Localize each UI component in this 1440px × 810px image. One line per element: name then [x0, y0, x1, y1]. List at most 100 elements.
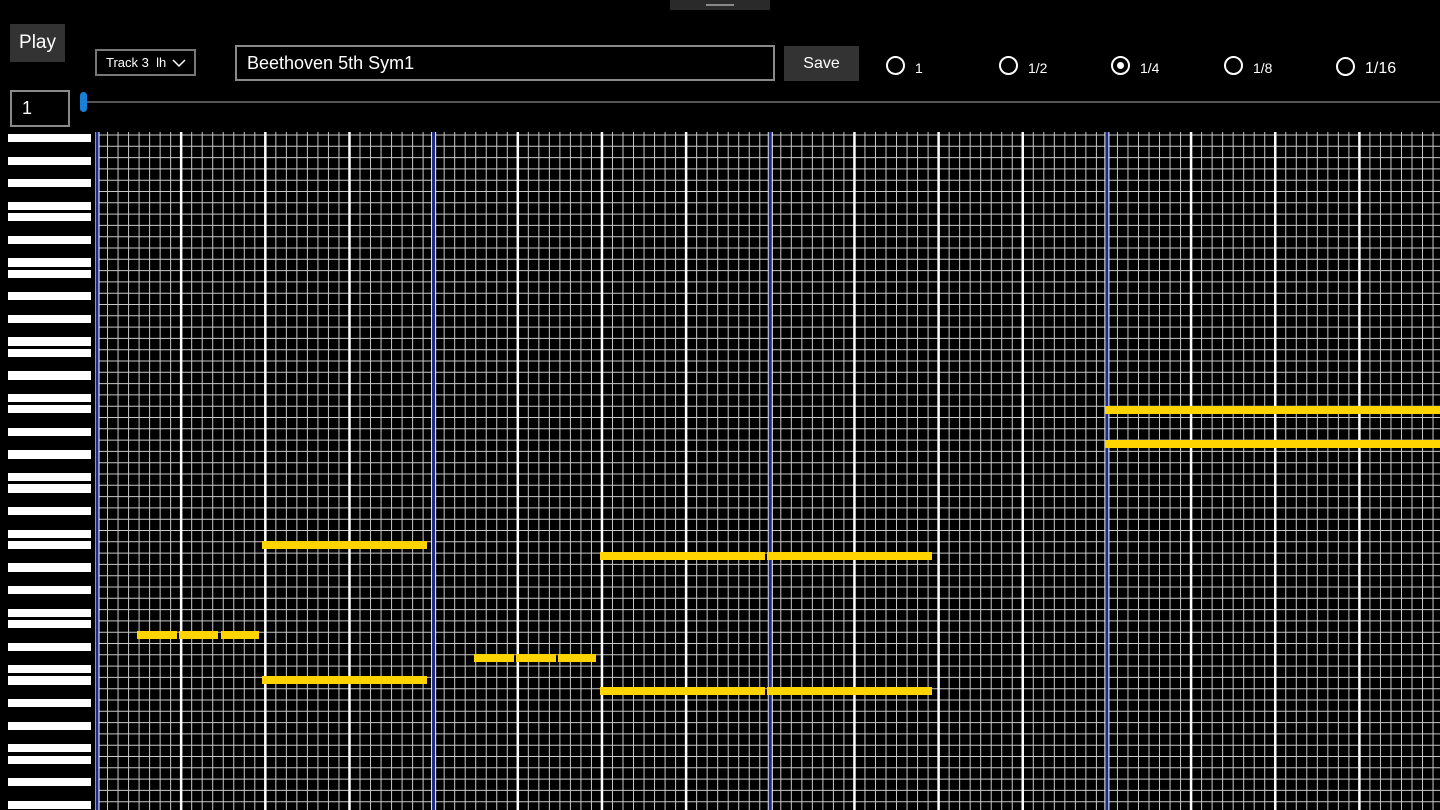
piano-key-black[interactable] [8, 519, 68, 526]
piano-roll-app: Play Track 3 lh Save 1 1/2 1/4 1/8 1/16 [0, 0, 1440, 810]
note-block[interactable] [262, 541, 427, 549]
save-button[interactable]: Save [784, 46, 859, 81]
note-block[interactable] [600, 687, 765, 695]
piano-key-white[interactable] [8, 292, 91, 301]
note-block[interactable] [600, 552, 765, 560]
radio-circle [886, 55, 905, 75]
piano-key-white[interactable] [8, 563, 91, 572]
note-block[interactable] [179, 631, 218, 639]
piano-key-white[interactable] [8, 699, 91, 708]
piano-key-black[interactable] [8, 281, 68, 289]
division-radio-1[interactable]: 1 [886, 54, 923, 76]
division-radio-1-8[interactable]: 1/8 [1224, 54, 1272, 76]
note-block[interactable] [516, 654, 556, 662]
radio-label: 1 [915, 60, 923, 76]
radio-label: 1/8 [1253, 60, 1273, 76]
piano-key-white[interactable] [8, 179, 91, 188]
piano-key-white[interactable] [8, 484, 91, 493]
piano-key-white[interactable] [8, 134, 91, 143]
division-radio-1-4[interactable]: 1/4 [1111, 54, 1159, 76]
radio-label: 1/16 [1365, 60, 1397, 77]
piano-key-white[interactable] [8, 258, 91, 267]
track-dropdown-value: Track 3 lh [106, 55, 167, 70]
drag-handle[interactable] [670, 0, 770, 10]
piano-key-white[interactable] [8, 450, 91, 459]
piano-key-white[interactable] [8, 586, 91, 595]
division-radio-1-16[interactable]: 1/16 [1336, 54, 1396, 78]
piano-key-black[interactable] [8, 304, 68, 311]
play-button[interactable]: Play [10, 24, 65, 62]
position-slider-thumb[interactable] [80, 92, 87, 112]
measure-input[interactable] [10, 90, 70, 127]
piano-key-white[interactable] [8, 778, 91, 787]
piano-key-black[interactable] [8, 361, 68, 368]
piano-key-black[interactable] [8, 688, 68, 695]
piano-key-white[interactable] [8, 201, 91, 211]
note-grid[interactable] [95, 132, 1440, 810]
piano-key-white[interactable] [8, 405, 91, 414]
piano-key-white[interactable] [8, 156, 91, 165]
piano-key-white[interactable] [8, 506, 91, 516]
piano-key-white[interactable] [8, 269, 91, 278]
piano-key-white[interactable] [8, 665, 91, 674]
piano-key-black[interactable] [8, 383, 68, 390]
piano-key-black[interactable] [8, 146, 68, 153]
piano-key-white[interactable] [8, 755, 91, 764]
radio-circle [1336, 56, 1355, 76]
radio-circle [1224, 55, 1243, 75]
piano-key-white[interactable] [8, 608, 91, 617]
piano-key-white[interactable] [8, 393, 91, 403]
piano-key-white[interactable] [8, 619, 91, 629]
piano-key-white[interactable] [8, 427, 91, 437]
song-title-input[interactable] [235, 45, 775, 81]
piano-key-black[interactable] [8, 632, 68, 639]
piano-key-white[interactable] [8, 348, 91, 357]
division-radio-1-2[interactable]: 1/2 [999, 54, 1047, 76]
radio-circle [999, 55, 1018, 75]
piano-key-black[interactable] [8, 575, 68, 582]
piano-key-white[interactable] [8, 744, 91, 753]
piano-key-black[interactable] [8, 654, 68, 662]
piano-key-black[interactable] [8, 733, 68, 741]
piano-key-white[interactable] [8, 540, 91, 550]
piano-key-white[interactable] [8, 213, 91, 222]
piano-key-white[interactable] [8, 529, 91, 538]
note-block[interactable] [1105, 440, 1440, 448]
piano-key-black[interactable] [8, 598, 68, 605]
piano-key-black[interactable] [8, 440, 68, 447]
track-dropdown[interactable]: Track 3 lh [95, 49, 196, 76]
note-block[interactable] [262, 676, 427, 684]
piano-key-black[interactable] [8, 496, 68, 503]
piano-key-black[interactable] [8, 225, 68, 232]
piano-key-black[interactable] [8, 553, 68, 560]
piano-key-white[interactable] [8, 235, 91, 244]
piano-keyboard[interactable] [0, 132, 95, 810]
piano-key-white[interactable] [8, 676, 91, 685]
piano-key-black[interactable] [8, 191, 68, 198]
radio-circle [1111, 55, 1130, 75]
piano-key-black[interactable] [8, 248, 68, 255]
note-block[interactable] [474, 654, 514, 662]
note-block[interactable] [1105, 406, 1440, 414]
piano-key-black[interactable] [8, 417, 68, 424]
note-block[interactable] [767, 687, 932, 695]
position-slider-track[interactable] [80, 101, 1440, 103]
piano-key-white[interactable] [8, 642, 91, 651]
piano-key-white[interactable] [8, 314, 91, 324]
piano-key-black[interactable] [8, 790, 68, 797]
piano-key-white[interactable] [8, 721, 91, 730]
piano-key-white[interactable] [8, 800, 91, 809]
note-block[interactable] [558, 654, 596, 662]
piano-key-black[interactable] [8, 711, 68, 718]
note-block[interactable] [137, 631, 177, 639]
piano-key-white[interactable] [8, 473, 91, 482]
note-block[interactable] [221, 631, 259, 639]
note-block[interactable] [767, 552, 932, 560]
piano-key-white[interactable] [8, 337, 91, 346]
piano-key-black[interactable] [8, 462, 68, 469]
radio-label: 1/4 [1140, 60, 1160, 76]
piano-key-black[interactable] [8, 168, 68, 176]
piano-key-black[interactable] [8, 327, 68, 334]
piano-key-black[interactable] [8, 767, 68, 775]
piano-key-white[interactable] [8, 371, 91, 380]
